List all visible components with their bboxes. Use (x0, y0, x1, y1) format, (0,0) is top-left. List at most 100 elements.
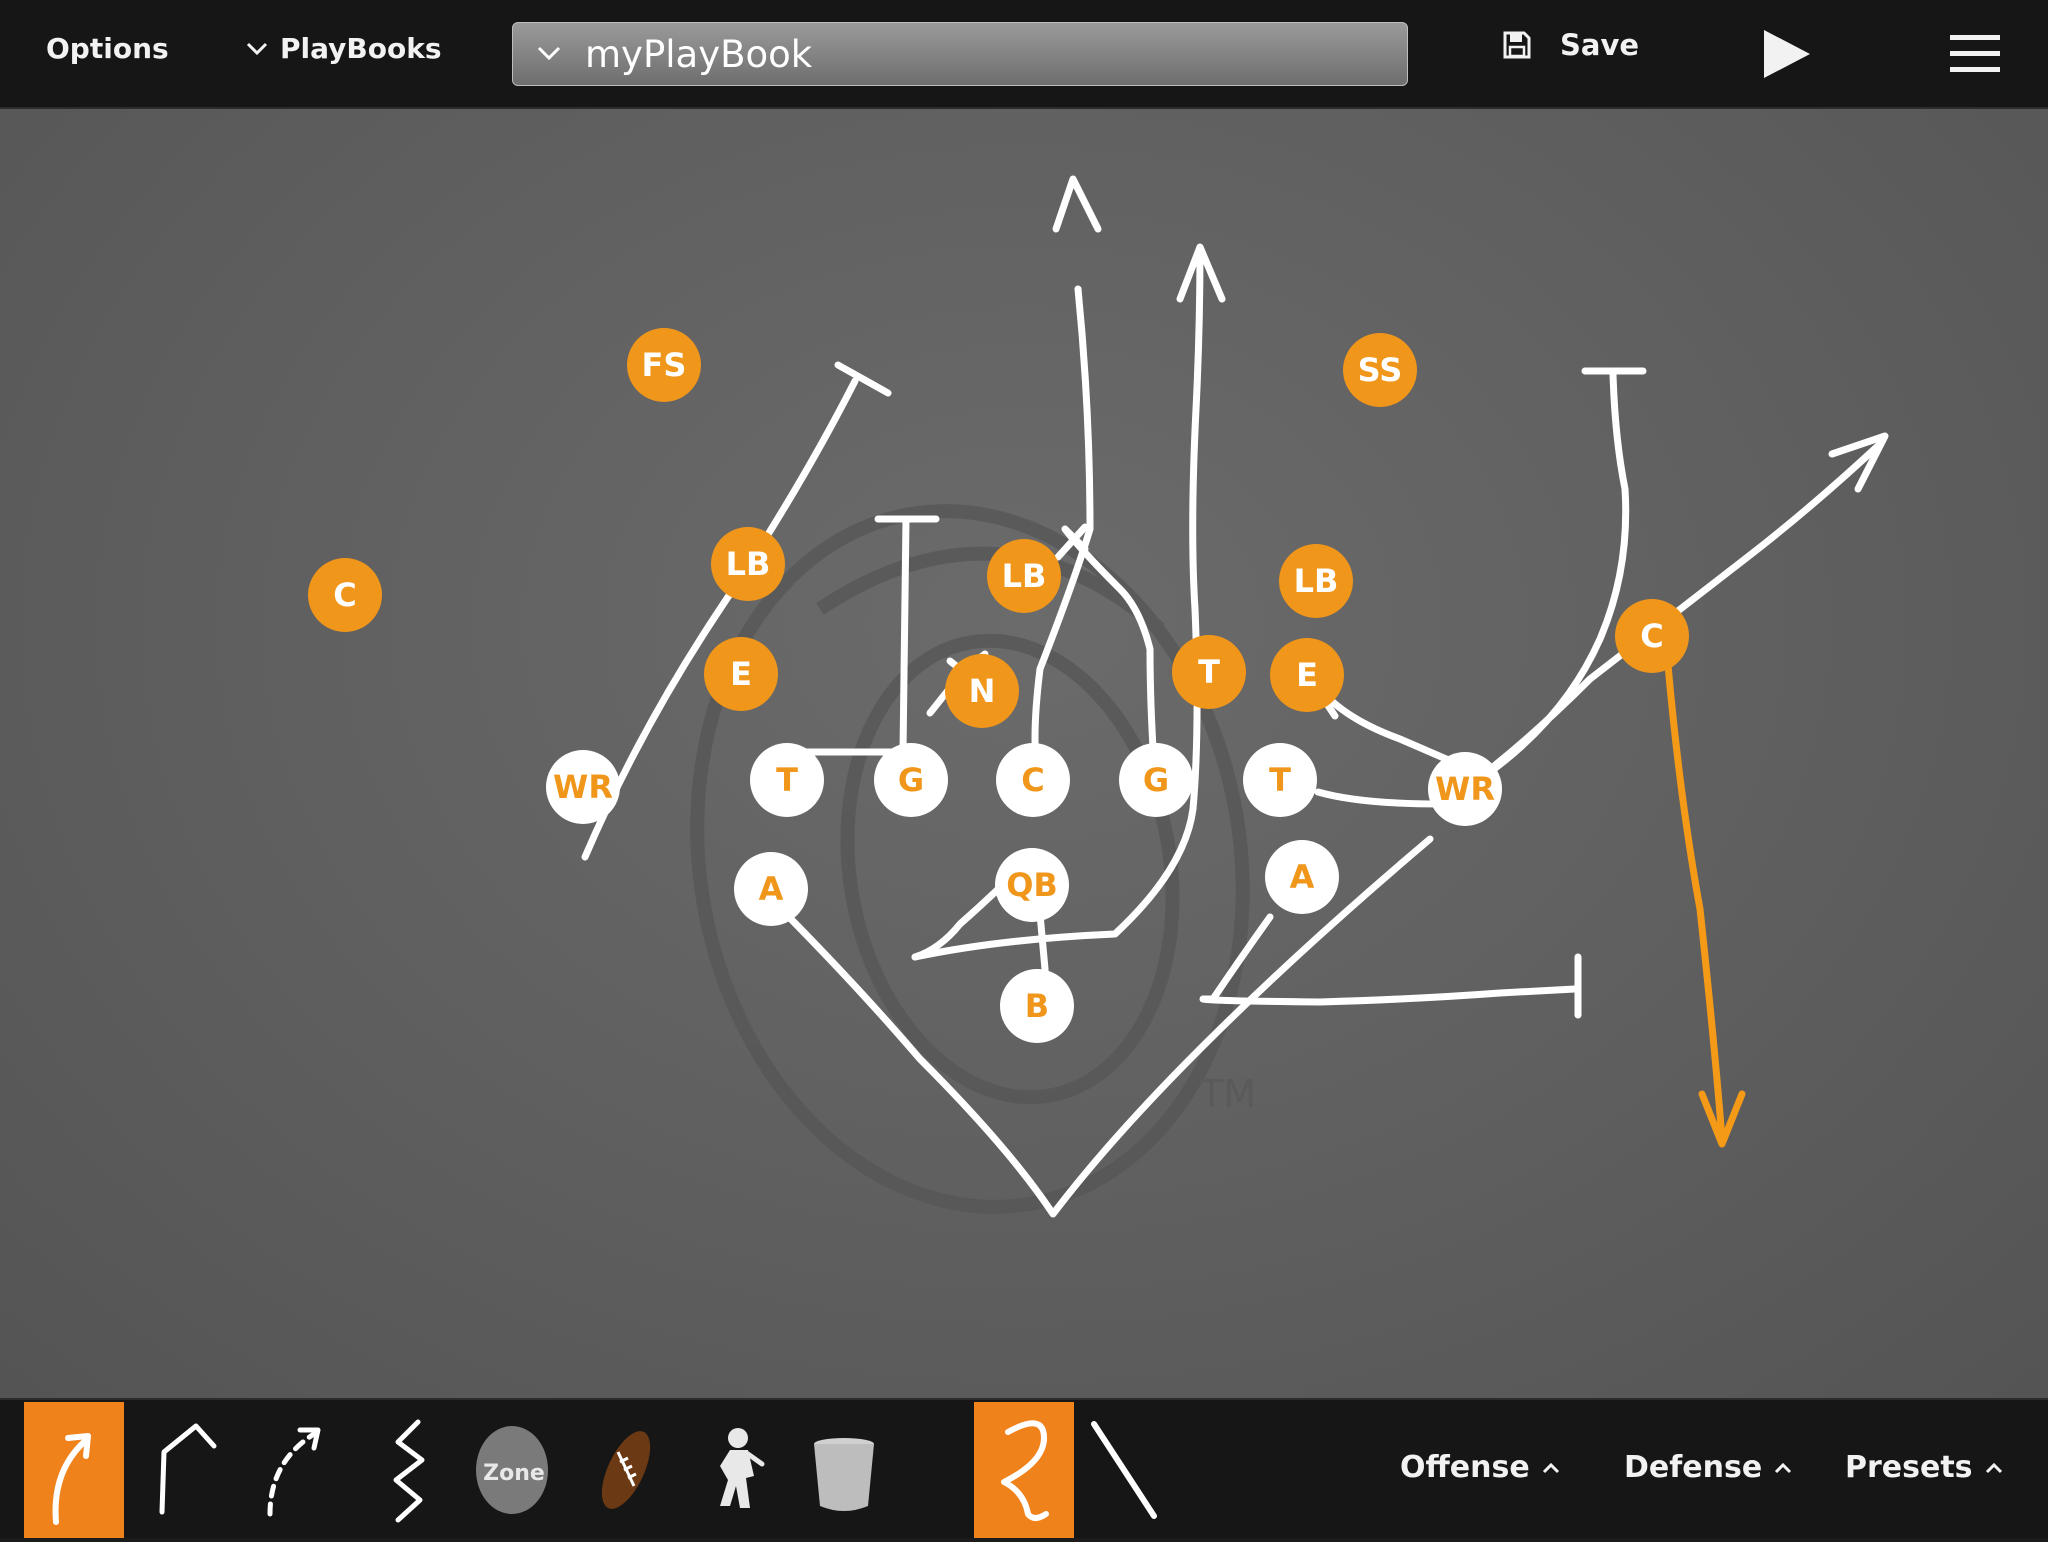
football-icon (601, 1431, 651, 1509)
trash-can-icon (814, 1438, 874, 1511)
zone-icon: Zone (476, 1426, 548, 1514)
player-tackle-right[interactable]: T (1243, 743, 1317, 817)
football-player-icon (720, 1428, 765, 1508)
zone-label: Zone (483, 1461, 545, 1486)
svg-text:N: N (969, 672, 996, 710)
svg-text:WR: WR (1435, 770, 1495, 808)
play-icon[interactable] (1760, 26, 1814, 82)
svg-text:LB: LB (1294, 562, 1339, 600)
player-qb[interactable]: QB (995, 848, 1069, 922)
route-guard-left[interactable] (781, 515, 910, 756)
player-guard-right[interactable]: G (1119, 743, 1193, 817)
player-center[interactable]: C (996, 743, 1070, 817)
svg-text:A: A (759, 870, 784, 908)
playbook-name: myPlayBook (585, 32, 813, 76)
player-corner-left[interactable]: C (308, 558, 382, 632)
svg-text:B: B (1025, 987, 1049, 1025)
chevron-up-icon (1985, 1462, 2002, 1473)
trash-tool[interactable] (796, 1402, 896, 1538)
save-button[interactable]: Save (1502, 28, 1639, 62)
playbook-select[interactable]: myPlayBook (512, 22, 1408, 86)
block-route-tool[interactable] (138, 1402, 238, 1538)
svg-text:T: T (1198, 653, 1220, 691)
playbooks-button[interactable]: PlayBooks (244, 32, 442, 65)
svg-text:A: A (1290, 858, 1315, 896)
defense-menu-button[interactable]: Defense (1624, 1450, 1796, 1485)
player-tackle-left[interactable]: T (750, 743, 824, 817)
player-a-right[interactable]: A (1265, 840, 1339, 914)
route-qb-streak[interactable] (911, 245, 1204, 961)
route-e-block[interactable] (1316, 685, 1464, 769)
offense-label: Offense (1400, 1450, 1530, 1485)
player-lb-right[interactable]: LB (1279, 544, 1353, 618)
player-ss[interactable]: SS (1343, 333, 1417, 407)
save-label: Save (1560, 28, 1640, 62)
chevron-down-icon (246, 42, 268, 55)
player-end-left[interactable]: E (704, 637, 778, 711)
player-nose[interactable]: N (945, 654, 1019, 728)
svg-text:LB: LB (726, 545, 771, 583)
player-back[interactable]: B (1000, 969, 1074, 1043)
route-wr-right-post[interactable] (1461, 370, 1630, 793)
player-lb-mid[interactable]: LB (987, 539, 1061, 613)
straight-line-icon (1091, 1421, 1157, 1519)
svg-text:C: C (333, 576, 356, 614)
route-arrow[interactable] (1052, 175, 1102, 233)
defense-label: Defense (1624, 1450, 1763, 1485)
zone-tool[interactable]: Zone (466, 1402, 566, 1538)
dashed-arrow-icon (267, 1427, 321, 1517)
svg-text:C: C (1640, 617, 1663, 655)
curved-arrow-icon (52, 1433, 91, 1525)
player-wr-left[interactable]: WR (546, 750, 620, 824)
football-tool[interactable] (580, 1402, 680, 1538)
svg-text:FS: FS (642, 346, 687, 384)
svg-text:T: T (776, 761, 798, 799)
player-tool[interactable] (690, 1402, 790, 1538)
player-lb-left[interactable]: LB (711, 527, 785, 601)
player-wr-right[interactable]: WR (1428, 752, 1502, 826)
chevron-up-icon (1775, 1462, 1792, 1473)
zigzag-icon (393, 1419, 425, 1523)
svg-text:T: T (1269, 761, 1291, 799)
trademark-watermark: TM (1199, 1072, 1256, 1116)
player-end-right[interactable]: E (1270, 638, 1344, 712)
chevron-up-icon (1542, 1462, 1559, 1473)
playbooks-label: PlayBooks (280, 32, 442, 65)
player-fs[interactable]: FS (627, 328, 701, 402)
player-a-left[interactable]: A (734, 852, 808, 926)
player-guard-left[interactable]: G (874, 743, 948, 817)
route-block-marker[interactable] (834, 361, 892, 397)
svg-text:SS: SS (1358, 351, 1403, 389)
svg-text:C: C (1021, 761, 1044, 799)
dashed-arrow-tool[interactable] (248, 1402, 348, 1538)
zigzag-tool[interactable] (358, 1402, 458, 1538)
svg-text:G: G (898, 761, 924, 799)
freehand-line-icon (1001, 1420, 1049, 1521)
curved-arrow-tool[interactable] (24, 1402, 124, 1538)
svg-text:E: E (730, 655, 752, 693)
svg-text:WR: WR (553, 768, 613, 806)
svg-text:E: E (1296, 656, 1318, 694)
hamburger-menu-icon[interactable] (1950, 33, 2000, 75)
svg-text:QB: QB (1006, 866, 1058, 904)
route-corner-right[interactable] (1664, 661, 1726, 1143)
route-tackle-right[interactable] (1314, 788, 1444, 808)
chevron-down-icon (537, 46, 561, 61)
offense-menu-button[interactable]: Offense (1400, 1450, 1564, 1485)
player-tackle[interactable]: T (1172, 635, 1246, 709)
bottom-toolbar: Zone Offense Defense Presets (0, 1398, 2048, 1538)
svg-text:LB: LB (1002, 557, 1047, 595)
presets-menu-button[interactable]: Presets (1845, 1450, 2007, 1485)
presets-label: Presets (1845, 1450, 1973, 1485)
freehand-line-tool[interactable] (974, 1402, 1074, 1538)
floppy-disk-icon (1503, 31, 1531, 59)
straight-line-tool[interactable] (1080, 1402, 1180, 1538)
play-board-canvas[interactable]: TM FS SS C LB LB LB E N T E C WR T G C G… (0, 109, 2048, 1398)
defense-routes[interactable] (1664, 661, 1746, 1148)
options-button[interactable]: Options (46, 32, 169, 65)
player-corner-right[interactable]: C (1615, 599, 1689, 673)
block-route-icon (159, 1423, 217, 1515)
defense-players[interactable]: FS SS C LB LB LB E N T E C (308, 328, 1689, 728)
play-board[interactable]: TM FS SS C LB LB LB E N T E C WR T G C G… (0, 109, 2048, 1398)
top-toolbar: Options PlayBooks myPlayBook Save (0, 0, 2048, 109)
